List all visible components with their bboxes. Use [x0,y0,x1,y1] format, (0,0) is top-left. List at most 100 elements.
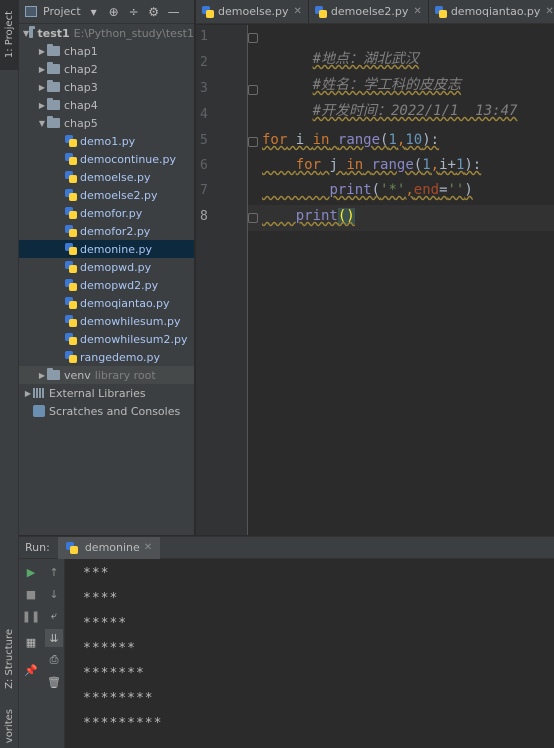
tree-item-demoqiantao-py[interactable]: demoqiantao.py [19,294,194,312]
structure-tool-tab[interactable]: Z: Structure [0,620,19,698]
fold-icon[interactable] [248,213,258,223]
tree-item-demopwd2-py[interactable]: demopwd2.py [19,276,194,294]
print-icon[interactable]: ⎙ [45,651,63,669]
tree-item-demoelse-py[interactable]: demoelse.py [19,168,194,186]
close-icon[interactable]: ✕ [294,6,302,17]
line-number: 6 [200,158,208,173]
chevron-right-icon[interactable]: ▶ [37,83,47,92]
layout-icon[interactable]: ▦ [22,633,40,651]
chevron-down-icon[interactable]: ▾ [87,5,101,19]
project-view-selector[interactable]: Project [43,5,81,18]
tree-item-label: chap2 [64,62,98,76]
line-number: 1 [200,29,208,44]
project-tree: ▼ test1 E:\Python_study\test1 ▶ chap1 ▶ chap2 ▶… [19,24,194,420]
locate-file-icon[interactable]: ⊕ [107,5,121,19]
pin-icon[interactable]: 📌 [22,661,40,679]
tree-item-demopwd-py[interactable]: demopwd.py [19,258,194,276]
scroll-to-end-icon[interactable]: ⇊ [45,629,63,647]
string: '' [447,182,465,198]
pause-icon[interactable]: ❚❚ [22,607,40,625]
comment: #开发时间：2022/1/1 13:47 [312,103,518,119]
output-line: ******** [83,691,154,706]
output-line: *** [83,566,110,581]
tree-item-chap1[interactable]: ▶ chap1 [19,42,194,60]
tab-demoelse2[interactable]: demoelse2.py ✕ [309,0,429,23]
run-tab-label: demonine [84,541,140,554]
tree-item-label: chap3 [64,80,98,94]
code-line-2: #姓名：学工科的皮皮志 [262,52,461,93]
chevron-right-icon[interactable]: ▶ [37,65,47,74]
punct: , [405,182,414,198]
output-line: ***** [83,616,128,631]
chevron-right-icon[interactable]: ▶ [23,389,33,398]
close-icon[interactable]: ✕ [413,6,421,17]
tree-item-venv[interactable]: ▶ venv library root [19,366,194,384]
chevron-down-icon[interactable]: ▼ [37,119,47,128]
python-file-icon [65,297,77,309]
tab-demoqiantao[interactable]: demoqiantao.py ✕ [429,0,554,23]
down-arrow-icon[interactable]: ↓ [45,585,63,603]
tree-item-label: Scratches and Consoles [49,404,181,418]
tree-item-label: demofor.py [80,206,143,220]
soft-wrap-icon[interactable]: ⤶ [45,607,63,625]
console-output[interactable]: *** **** ***** ****** ******* ******** *… [69,559,554,748]
tree-item-label: demo1.py [80,134,136,148]
collapse-all-icon[interactable]: ÷ [127,5,141,19]
chevron-right-icon[interactable]: ▶ [37,101,47,110]
library-icon [33,388,45,398]
punct: ): [464,157,482,173]
fold-icon[interactable] [248,85,258,95]
tree-item-label: demonine.py [80,242,152,256]
tree-item-test1[interactable]: ▼ test1 E:\Python_study\test1 [19,24,194,42]
tree-item-demofor2-py[interactable]: demofor2.py [19,222,194,240]
close-icon[interactable]: ✕ [545,6,553,17]
tree-item-chap2[interactable]: ▶ chap2 [19,60,194,78]
up-arrow-icon[interactable]: ↑ [45,563,63,581]
code-editor[interactable]: 1 2 3 4 5 6 7 8 #地点：湖北武汉 #姓名：学工科的皮皮志 #开发… [196,25,554,535]
chevron-right-icon[interactable]: ▶ [37,371,47,380]
tree-item-chap4[interactable]: ▶ chap4 [19,96,194,114]
gear-icon[interactable]: ⚙ [147,5,161,19]
fold-icon[interactable] [248,137,258,147]
keyword-in: in [346,157,364,173]
tree-item-demoelse2-py[interactable]: demoelse2.py [19,186,194,204]
run-panel: Run: demonine ✕ ▶ ■ ❚❚ ▦ 📌 ↑ ↓ ⤶ ⇊ ⎙ 🗑 *… [19,536,554,748]
fold-icon[interactable] [248,33,258,43]
project-tool-tab[interactable]: 1: Project [0,0,19,70]
tree-item-demonine-py[interactable]: demonine.py [19,240,194,258]
tab-label: demoelse.py [218,5,289,18]
run-tab-demonine[interactable]: demonine ✕ [57,536,161,559]
close-icon[interactable]: ✕ [144,542,152,553]
hide-panel-icon[interactable]: — [167,5,181,19]
tree-item-demo1-py[interactable]: demo1.py [19,132,194,150]
tool-window-strip: 1: Project Z: Structure vorites [0,0,19,748]
tree-item-demowhilesum2-py[interactable]: demowhilesum2.py [19,330,194,348]
tree-item-label: demofor2.py [80,224,151,238]
project-panel: Project ▾ ⊕ ÷ ⚙ — ▼ test1 E:\Python_study\… [19,0,195,535]
tree-item-democontinue-py[interactable]: democontinue.py [19,150,194,168]
tree-item-chap3[interactable]: ▶ chap3 [19,78,194,96]
folder-icon [29,26,36,38]
output-line: ********* [83,716,163,731]
trash-icon[interactable]: 🗑 [45,673,63,691]
keyword-arg: end [413,182,440,198]
number: 1 [388,132,397,148]
favorites-tool-tab[interactable]: vorites [0,705,19,748]
tree-item-demowhilesum-py[interactable]: demowhilesum.py [19,312,194,330]
tab-demoelse[interactable]: demoelse.py ✕ [196,0,309,23]
tree-item-label: rangedemo.py [80,350,160,364]
stop-icon[interactable]: ■ [22,585,40,603]
tree-item-scratches-and-consoles[interactable]: Scratches and Consoles [19,402,194,420]
punct: , [430,157,440,173]
code-area[interactable]: #地点：湖北武汉 #姓名：学工科的皮皮志 #开发时间：2022/1/1 13:4… [258,25,554,535]
rerun-icon[interactable]: ▶ [22,563,40,581]
tree-item-label: demoelse.py [80,170,151,184]
tree-item-rangedemo-py[interactable]: rangedemo.py [19,348,194,366]
tree-item-external-libraries[interactable]: ▶ External Libraries [19,384,194,402]
chevron-right-icon[interactable]: ▶ [37,47,47,56]
python-file-icon [65,279,77,291]
tree-item-chap5[interactable]: ▼ chap5 [19,114,194,132]
python-file-icon [65,351,77,363]
folder-icon [47,80,60,92]
tree-item-demofor-py[interactable]: demofor.py [19,204,194,222]
